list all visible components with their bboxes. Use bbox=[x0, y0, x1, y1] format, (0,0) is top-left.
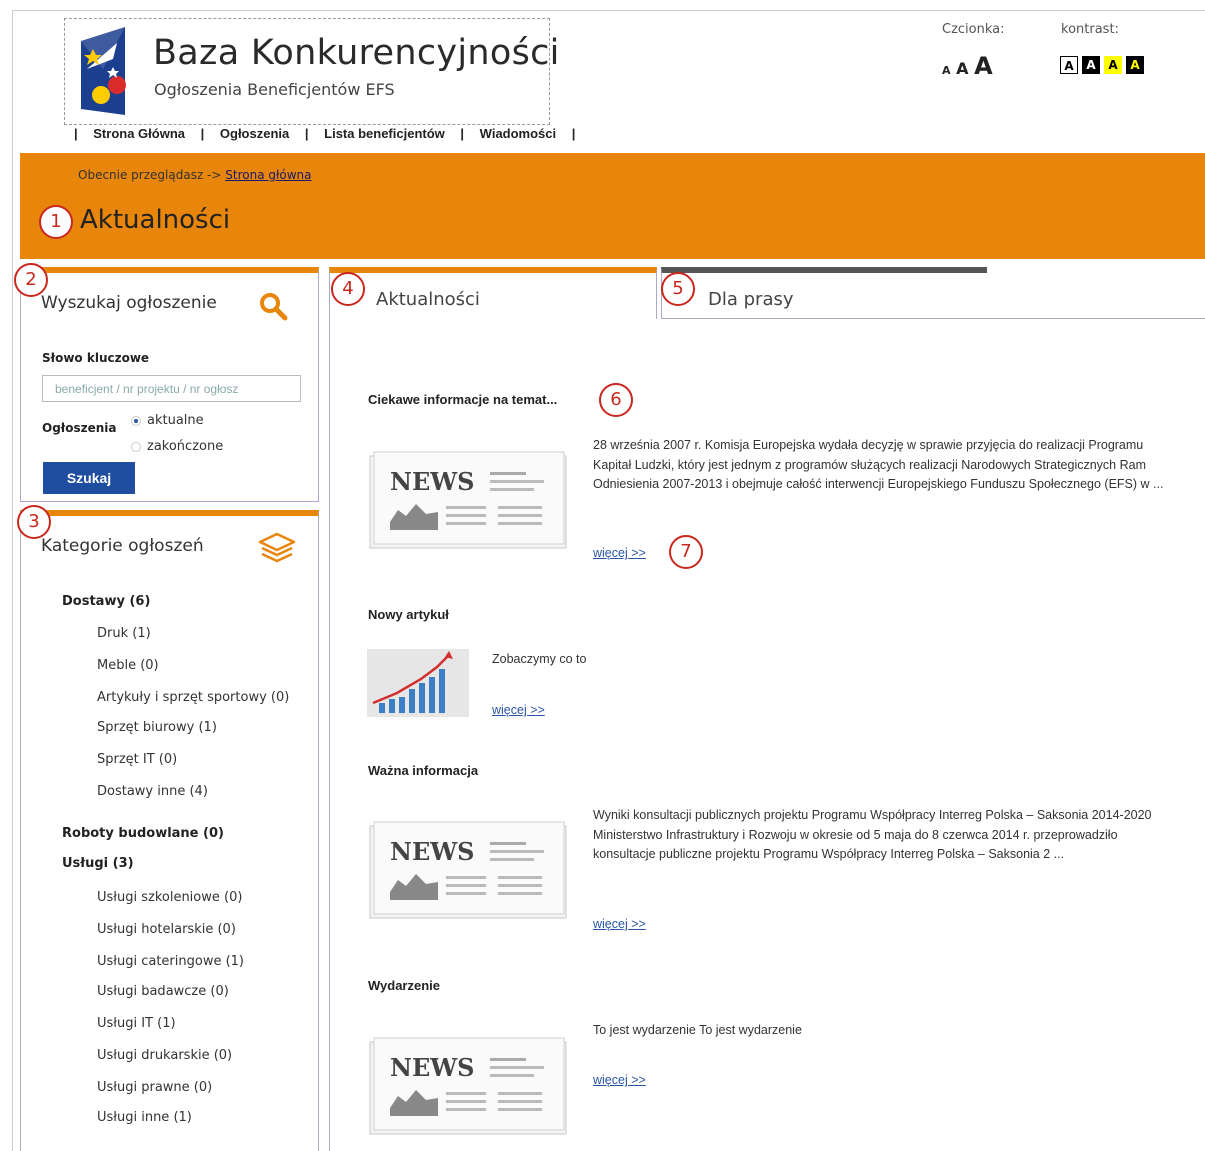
site-logo[interactable]: Baza Konkurencyjności Ogłoszenia Benefic… bbox=[64, 18, 559, 125]
category-item[interactable]: Usługi badawcze (0) bbox=[97, 984, 229, 999]
category-item[interactable]: Usługi IT (1) bbox=[97, 1016, 176, 1031]
nav-separator: | bbox=[571, 126, 576, 141]
category-item[interactable]: Usługi cateringowe (1) bbox=[97, 954, 244, 969]
contrast-label: kontrast: bbox=[1061, 22, 1119, 37]
contrast-switcher: A A A A bbox=[1060, 56, 1144, 74]
contrast-black-yellow-button[interactable]: A bbox=[1126, 56, 1144, 74]
tab-press[interactable]: Dla prasy bbox=[661, 267, 987, 319]
nav-home[interactable]: Strona Główna bbox=[93, 126, 185, 141]
category-item[interactable]: Meble (0) bbox=[97, 658, 159, 673]
news-title[interactable]: Nowy artykuł bbox=[368, 607, 449, 622]
categories-panel-title: Kategorie ogłoszeń bbox=[41, 536, 204, 556]
status-option-finished-label: zakończone bbox=[147, 439, 224, 454]
annotation-marker-3: 3 bbox=[17, 505, 51, 539]
search-panel: Wyszukaj ogłoszenie Słowo kluczowe Ogłos… bbox=[20, 267, 319, 502]
search-panel-title: Wyszukaj ogłoszenie bbox=[41, 293, 217, 313]
annotation-marker-5: 5 bbox=[661, 272, 695, 306]
category-item[interactable]: Druk (1) bbox=[97, 626, 151, 641]
keyword-label: Słowo kluczowe bbox=[42, 351, 150, 365]
newspaper-icon: NEWS bbox=[369, 821, 567, 919]
nav-beneficiaries[interactable]: Lista beneficjentów bbox=[324, 126, 445, 141]
read-more-link[interactable]: więcej >> bbox=[593, 546, 646, 560]
news-excerpt: 28 września 2007 r. Komisja Europejska w… bbox=[593, 438, 1164, 491]
site-subtitle: Ogłoszenia Beneficjentów EFS bbox=[154, 80, 395, 99]
annotation-marker-6: 6 bbox=[599, 383, 633, 417]
tab-news[interactable]: Aktualności bbox=[329, 267, 657, 319]
eu-flag-logo-icon bbox=[81, 27, 126, 115]
contrast-yellow-black-button[interactable]: A bbox=[1104, 56, 1122, 74]
read-more-link[interactable]: więcej >> bbox=[593, 917, 646, 931]
category-item[interactable]: Usługi drukarskie (0) bbox=[97, 1048, 232, 1063]
breadcrumb-home-link[interactable]: Strona główna bbox=[225, 168, 311, 182]
nav-announcements[interactable]: Ogłoszenia bbox=[220, 126, 289, 141]
news-title[interactable]: Ciekawe informacje na temat... bbox=[368, 392, 557, 407]
search-button[interactable]: Szukaj bbox=[43, 462, 135, 494]
font-small-button[interactable]: A bbox=[942, 64, 951, 77]
news-title[interactable]: Ważna informacja bbox=[368, 763, 478, 778]
page-title: Aktualności bbox=[80, 205, 231, 235]
radio-active[interactable] bbox=[131, 415, 141, 426]
breadcrumb: Obecnie przeglądasz -> Strona główna bbox=[78, 168, 312, 182]
annotation-marker-2: 2 bbox=[14, 263, 48, 297]
category-item[interactable]: Sprzęt IT (0) bbox=[97, 752, 177, 767]
category-item[interactable]: Dostawy inne (4) bbox=[97, 784, 208, 799]
annotation-marker-1: 1 bbox=[39, 205, 73, 239]
tab-news-label: Aktualności bbox=[376, 289, 480, 310]
font-large-button[interactable]: A bbox=[974, 52, 993, 80]
read-more-link[interactable]: więcej >> bbox=[593, 1073, 646, 1087]
growth-chart-icon bbox=[367, 649, 469, 717]
annotation-marker-7: 7 bbox=[669, 535, 703, 569]
tab-press-label: Dla prasy bbox=[708, 289, 794, 310]
nav-separator: | bbox=[74, 126, 78, 141]
contrast-black-white-button[interactable]: A bbox=[1082, 56, 1100, 74]
status-label: Ogłoszenia bbox=[42, 421, 117, 435]
categories-panel: Kategorie ogłoszeń Dostawy (6) Druk (1) … bbox=[20, 510, 319, 1151]
search-icon[interactable] bbox=[258, 291, 288, 325]
nav-separator: | bbox=[460, 126, 465, 141]
status-option-active[interactable]: aktualne bbox=[131, 413, 204, 428]
status-option-active-label: aktualne bbox=[147, 413, 204, 428]
nav-separator: | bbox=[304, 126, 309, 141]
nav-messages[interactable]: Wiadomości bbox=[480, 126, 556, 141]
font-size-label: Czcionka: bbox=[942, 22, 1005, 37]
main-nav: | Strona Główna | Ogłoszenia | Lista ben… bbox=[74, 126, 587, 141]
frame-border-left bbox=[12, 10, 13, 1151]
font-size-switcher: A A A bbox=[942, 52, 993, 80]
category-item[interactable]: Usługi inne (1) bbox=[97, 1110, 192, 1125]
news-excerpt: To jest wydarzenie To jest wydarzenie bbox=[593, 1023, 802, 1037]
newspaper-icon: NEWS bbox=[369, 1037, 567, 1135]
nav-separator: | bbox=[200, 126, 205, 141]
category-item[interactable]: Artykuły i sprzęt sportowy (0) bbox=[97, 690, 289, 705]
read-more-link[interactable]: więcej >> bbox=[492, 703, 545, 717]
contrast-default-button[interactable]: A bbox=[1060, 56, 1078, 74]
layers-icon bbox=[258, 532, 296, 570]
frame-border-top bbox=[12, 10, 1205, 11]
category-item[interactable]: Sprzęt biurowy (1) bbox=[97, 720, 217, 735]
news-excerpt: Wyniki konsultacji publicznych projektu … bbox=[593, 808, 1152, 861]
category-item[interactable]: Usługi prawne (0) bbox=[97, 1080, 212, 1095]
newspaper-icon: NEWS bbox=[369, 451, 567, 549]
radio-finished[interactable] bbox=[131, 441, 141, 452]
page-banner: Obecnie przeglądasz -> Strona główna Akt… bbox=[20, 153, 1205, 259]
category-services[interactable]: Usługi (3) bbox=[62, 856, 134, 871]
breadcrumb-prefix: Obecnie przeglądasz -> bbox=[78, 168, 222, 182]
keyword-input[interactable] bbox=[42, 375, 301, 402]
category-deliveries[interactable]: Dostawy (6) bbox=[62, 594, 150, 609]
content-border bbox=[329, 318, 330, 1151]
svg-text:NEWS: NEWS bbox=[390, 467, 475, 496]
status-option-finished[interactable]: zakończone bbox=[131, 439, 223, 454]
category-construction[interactable]: Roboty budowlane (0) bbox=[62, 826, 224, 841]
font-medium-button[interactable]: A bbox=[956, 59, 968, 78]
news-excerpt: Zobaczymy co to bbox=[492, 652, 587, 666]
category-item[interactable]: Usługi szkoleniowe (0) bbox=[97, 890, 242, 905]
svg-text:NEWS: NEWS bbox=[390, 1053, 475, 1082]
site-title: Baza Konkurencyjności bbox=[153, 33, 560, 73]
tab-bar-divider bbox=[987, 318, 1205, 319]
news-title[interactable]: Wydarzenie bbox=[368, 978, 440, 993]
category-item[interactable]: Usługi hotelarskie (0) bbox=[97, 922, 236, 937]
annotation-marker-4: 4 bbox=[331, 272, 365, 306]
svg-text:NEWS: NEWS bbox=[390, 837, 475, 866]
